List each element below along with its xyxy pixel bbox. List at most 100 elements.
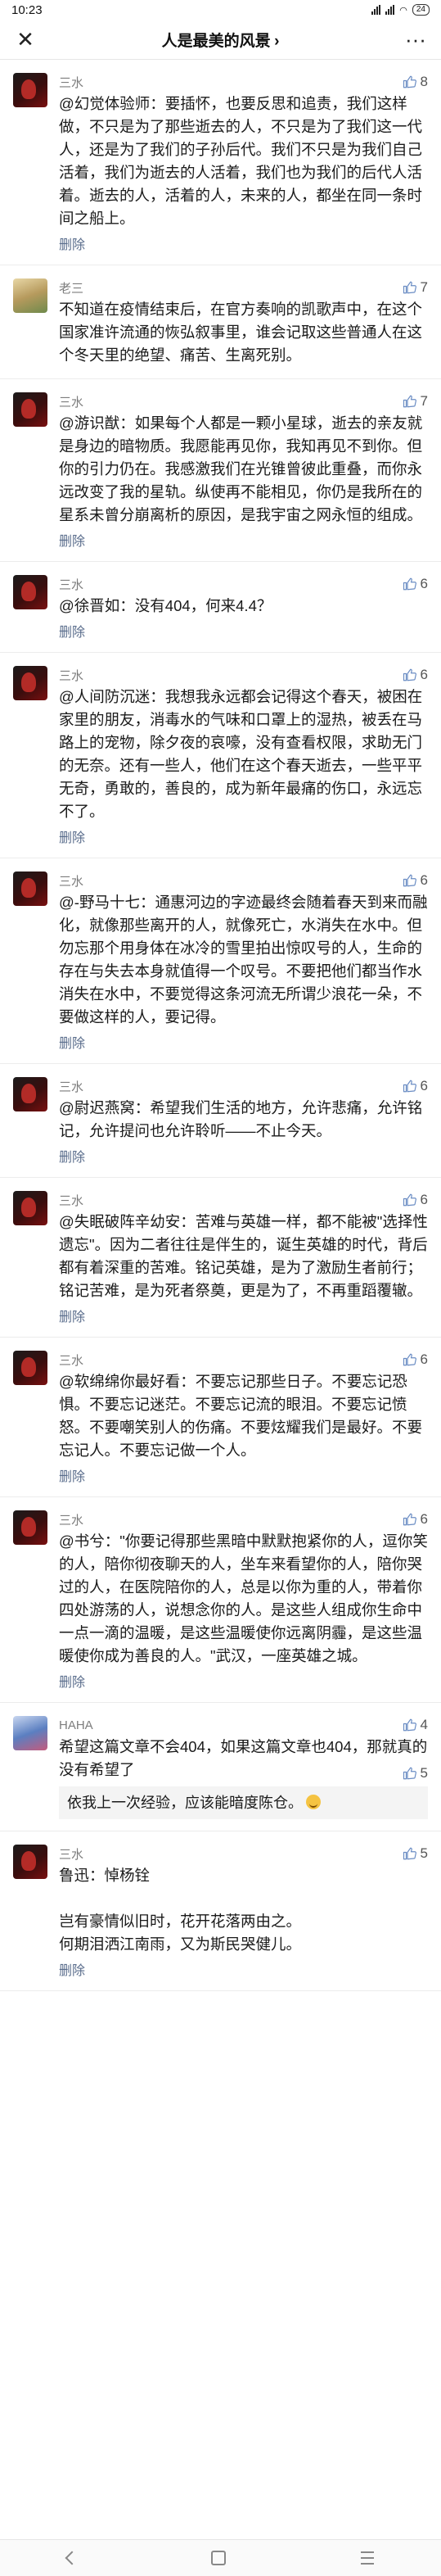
comment-header: 三水 6: [59, 666, 428, 684]
comment-text: 鲁迅：悼杨铨 岂有豪情似旧时，花开花落两由之。 何期泪洒江南雨，又为斯民哭健儿。: [59, 1867, 302, 1953]
thumb-up-icon: [403, 1767, 416, 1780]
comment-text: @书兮："你要记得那些黑暗中默默抱紧你的人，逗你笑的人，陪你彻夜聊天的人，坐车来…: [59, 1532, 428, 1664]
comment-header: 老三 7: [59, 278, 428, 297]
like-count: 6: [420, 1511, 428, 1527]
comment-header: 三水 6: [59, 575, 428, 593]
avatar[interactable]: [13, 1716, 47, 1750]
like-count: 6: [420, 872, 428, 888]
more-icon[interactable]: ···: [403, 29, 428, 50]
comment-body: 三水 5 鲁迅：悼杨铨 岂有豪情似旧时，花开花落两由之。 何期泪洒江南雨，又为斯民…: [59, 1845, 428, 1979]
avatar[interactable]: [13, 1510, 47, 1545]
like-button[interactable]: 6: [403, 1351, 428, 1368]
like-count: 8: [420, 74, 428, 89]
comment-item: 三水 6 @软绵绵你最好看：不要忘记那些日子。不要忘记恐惧。不要忘记迷茫。不要忘记…: [0, 1338, 441, 1497]
delete-link[interactable]: 删除: [59, 1146, 428, 1166]
comment-text: 希望这篇文章不会404，如果这篇文章也404，那就真的没有希望了: [59, 1738, 428, 1778]
like-count: 6: [420, 1351, 428, 1367]
thumb-up-icon: [403, 281, 416, 294]
comment-author: 三水: [59, 1847, 84, 1862]
like-count: 7: [420, 279, 428, 295]
like-button[interactable]: 7: [403, 279, 428, 296]
comment-item: 三水 6 @人间防沉迷：我想我永远都会记得这个春天，被困在家里的朋友，消毒水的气味…: [0, 653, 441, 858]
avatar[interactable]: [13, 575, 47, 609]
wifi-icon: ◠: [399, 5, 407, 16]
like-count: 6: [420, 667, 428, 682]
menu-icon[interactable]: [360, 2551, 374, 2565]
comment-text: @幻觉体验师：要插怀，也要反思和追责，我们这样做，不只是为了那些逝去的人，不只是…: [59, 95, 423, 227]
comment-body: 三水 6 @人间防沉迷：我想我永远都会记得这个春天，被困在家里的朋友，消毒水的气味…: [59, 666, 428, 846]
delete-link[interactable]: 删除: [59, 1306, 428, 1325]
like-count: 7: [420, 393, 428, 409]
comment-text: @-野马十七：通惠河边的字迹最终会随着春天到来而融化，就像那些离开的人，就像死亡…: [59, 894, 428, 1025]
thumb-up-icon: [403, 1193, 416, 1207]
thumb-up-icon: [403, 668, 416, 681]
close-icon[interactable]: ✕: [13, 29, 38, 50]
like-button[interactable]: 6: [403, 1078, 428, 1094]
status-time: 10:23: [11, 2, 43, 17]
like-button[interactable]: 7: [403, 393, 428, 410]
avatar[interactable]: [13, 1845, 47, 1879]
signal-icon: [371, 5, 381, 15]
delete-link[interactable]: 删除: [59, 621, 428, 641]
like-button[interactable]: 8: [403, 74, 428, 90]
like-button[interactable]: 5: [403, 1845, 428, 1862]
comment-body: 三水 6 @-野马十七：通惠河边的字迹最终会随着春天到来而融化，就像那些离开的人，…: [59, 871, 428, 1052]
nav-title-wrap[interactable]: 人是最美的风景 ›: [162, 29, 280, 51]
comment-author: 三水: [59, 668, 84, 683]
comment-text: 不知道在疫情结束后，在官方奏响的凯歌声中，在这个国家准许流通的恢弘叙事里，谁会记…: [59, 301, 423, 364]
reply-like-button[interactable]: 5: [403, 1762, 428, 1785]
like-button[interactable]: 6: [403, 1511, 428, 1528]
delete-link[interactable]: 删除: [59, 1032, 428, 1052]
author-reply: 依我上一次经验，应该能暗度陈仓。 5: [59, 1765, 428, 1819]
comment-text: @游识猷：如果每个人都是一颗小星球，逝去的亲友就是身边的暗物质。我愿能再见你，我…: [59, 414, 423, 523]
comment-text: @软绵绵你最好看：不要忘记那些日子。不要忘记恐惧。不要忘记迷茫。不要忘记流的眼泪…: [59, 1373, 423, 1459]
comment-header: 三水 5: [59, 1845, 428, 1863]
thumb-up-icon: [403, 395, 416, 408]
comment-text: @尉迟燕窝：希望我们生活的地方，允许悲痛，允许铭记，允许提问也允许聆听——不止今…: [59, 1099, 423, 1139]
avatar[interactable]: [13, 871, 47, 906]
avatar[interactable]: [13, 1351, 47, 1385]
delete-link[interactable]: 删除: [59, 1671, 428, 1691]
delete-link[interactable]: 删除: [59, 1465, 428, 1485]
comment-item: 三水 6 @徐晋如：没有404，何来4.4？ 删除: [0, 562, 441, 653]
avatar[interactable]: [13, 666, 47, 700]
thumb-up-icon: [403, 1513, 416, 1526]
like-count: 6: [420, 1078, 428, 1093]
avatar[interactable]: [13, 1191, 47, 1225]
comment-item: 三水 6 @-野马十七：通惠河边的字迹最终会随着春天到来而融化，就像那些离开的人，…: [0, 858, 441, 1064]
comment-author: 三水: [59, 1353, 84, 1368]
comment-body: 三水 6 @书兮："你要记得那些黑暗中默默抱紧你的人，逗你笑的人，陪你彻夜聊天的人…: [59, 1510, 428, 1691]
avatar[interactable]: [13, 1077, 47, 1111]
comment-text: @失眠破阵辛幼安：苦难与英雄一样，都不能被"选择性遗忘"。因为二者往往是伴生的，…: [59, 1213, 428, 1299]
delete-link[interactable]: 删除: [59, 826, 428, 846]
comment-body: 三水 6 @尉迟燕窝：希望我们生活的地方，允许悲痛，允许铭记，允许提问也允许聆听—…: [59, 1077, 428, 1166]
battery-indicator: 24: [412, 4, 430, 16]
comment-body: 老三 7 不知道在疫情结束后，在官方奏响的凯歌声中，在这个国家准许流通的恢弘叙事里…: [59, 278, 428, 367]
like-count: 5: [420, 1845, 428, 1861]
home-icon[interactable]: [211, 2551, 227, 2565]
avatar[interactable]: [13, 73, 47, 107]
like-button[interactable]: 6: [403, 872, 428, 889]
delete-link[interactable]: 删除: [59, 233, 428, 253]
comment-text: @人间防沉迷：我想我永远都会记得这个春天，被困在家里的朋友，消毒水的气味和口罩上…: [59, 688, 423, 820]
comment-author: 三水: [59, 1193, 84, 1208]
back-icon[interactable]: [65, 2551, 79, 2565]
chevron-right-icon: ›: [274, 32, 280, 50]
delete-link[interactable]: 删除: [59, 1959, 428, 1979]
like-button[interactable]: 6: [403, 667, 428, 683]
comment-item: 三水 8 @幻觉体验师：要插怀，也要反思和追责，我们这样做，不只是为了那些逝去的人…: [0, 60, 441, 265]
comment-item: 老三 7 不知道在疫情结束后，在官方奏响的凯歌声中，在这个国家准许流通的恢弘叙事里…: [0, 265, 441, 379]
thumb-up-icon: [403, 1080, 416, 1093]
delete-link[interactable]: 删除: [59, 530, 428, 550]
avatar[interactable]: [13, 278, 47, 313]
comment-body: HAHA 4 希望这篇文章不会404，如果这篇文章也404，那就真的没有希望了 依我…: [59, 1716, 428, 1819]
avatar[interactable]: [13, 392, 47, 427]
like-button[interactable]: 6: [403, 576, 428, 592]
comment-author: HAHA: [59, 1718, 93, 1732]
thumb-up-icon: [403, 1847, 416, 1860]
like-button[interactable]: 4: [403, 1717, 428, 1733]
comment-author: 三水: [59, 874, 84, 889]
comment-text: @徐晋如：没有404，何来4.4？: [59, 597, 272, 614]
like-button[interactable]: 6: [403, 1192, 428, 1208]
comment-item: HAHA 4 希望这篇文章不会404，如果这篇文章也404，那就真的没有希望了 依我…: [0, 1703, 441, 1831]
